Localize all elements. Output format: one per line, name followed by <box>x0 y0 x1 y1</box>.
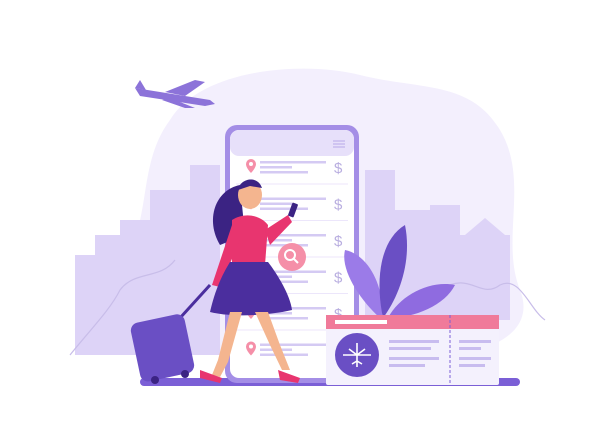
boarding-ticket[interactable] <box>326 315 499 385</box>
search-icon[interactable] <box>278 243 306 271</box>
price-icon: $ <box>334 233 343 250</box>
price-icon: $ <box>334 160 343 177</box>
price-icon: $ <box>334 197 343 214</box>
travel-booking-illustration: $$$$$$ <box>69 68 546 386</box>
price-icon: $ <box>334 270 343 287</box>
